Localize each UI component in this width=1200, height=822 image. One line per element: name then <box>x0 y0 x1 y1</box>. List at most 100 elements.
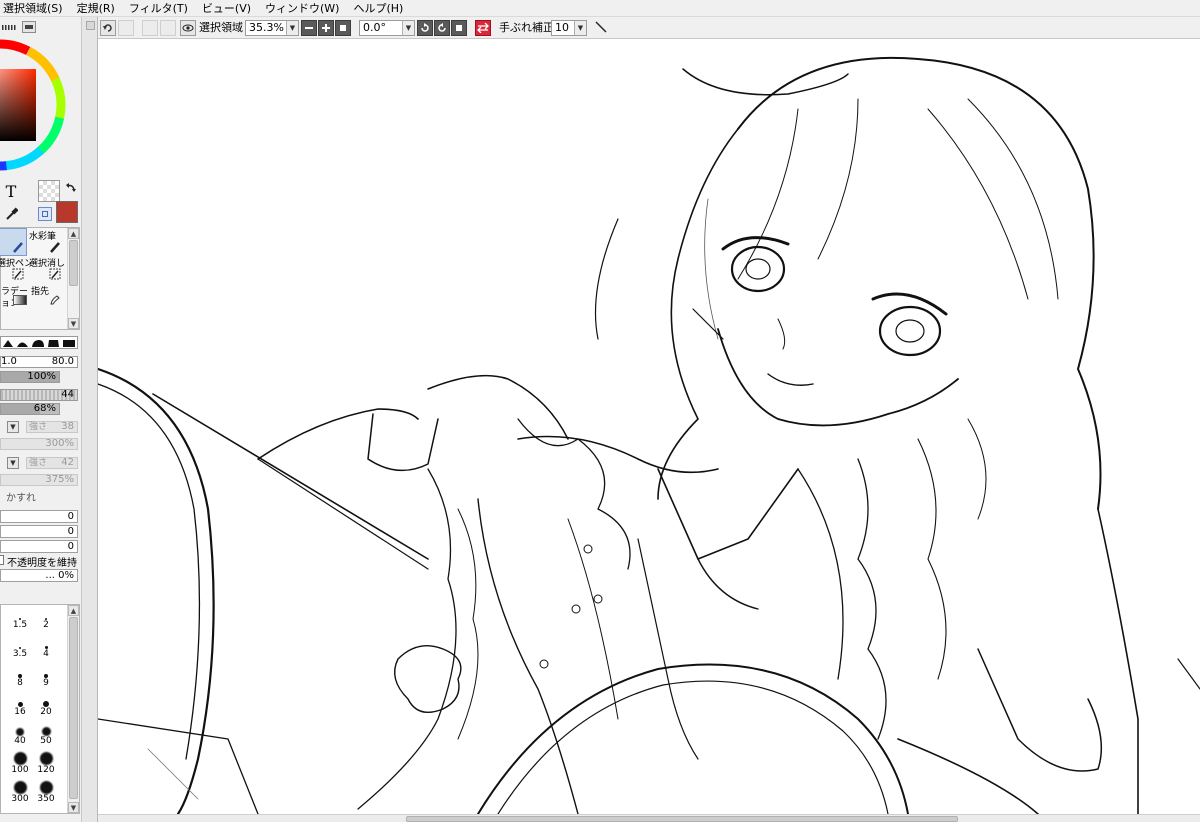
brush-size-cell[interactable]: 1.5 <box>7 607 33 631</box>
canvas-horizontal-scrollbar[interactable] <box>98 814 1200 822</box>
size-palette-scrollbar[interactable]: ▲ ▼ <box>67 605 79 813</box>
brush-size-label: 8 <box>17 678 23 688</box>
zoom-combo[interactable]: 35.3% ▼ <box>245 20 299 36</box>
zoom-dropdown-icon[interactable]: ▼ <box>286 21 298 35</box>
brush-size-dot <box>41 727 51 736</box>
num-field-2[interactable]: 0 <box>0 525 78 538</box>
brush-shape-row[interactable] <box>0 336 78 349</box>
brush-size-palette: 1.5 2 3.5 4 8 9 16 20 40 50 100 120 300 350 ▲ ▼ <box>0 604 80 814</box>
color-scratchpad-icon[interactable] <box>22 21 36 33</box>
swap-colors-icon[interactable] <box>64 181 78 195</box>
brush-size-cell[interactable]: 4 <box>33 636 59 660</box>
density-value: 100% <box>27 371 56 382</box>
brush-size-slider[interactable]: 1.0 80.0 <box>0 356 78 368</box>
invert-selection-button[interactable] <box>160 20 176 36</box>
brush-size-cell[interactable]: 120 <box>33 752 59 776</box>
brush-size-cell[interactable]: 350 <box>33 781 59 805</box>
brush-size-cell[interactable]: 8 <box>7 665 33 689</box>
num-field-1[interactable]: 0 <box>0 510 78 523</box>
eyedropper-icon[interactable] <box>2 205 20 223</box>
panel-divider[interactable] <box>82 17 98 822</box>
brush-size-label: 20 <box>40 707 52 717</box>
rotation-dropdown-icon[interactable]: ▼ <box>402 21 414 35</box>
menu-filter[interactable]: フィルタ(T) <box>125 0 198 16</box>
zoom-out-button[interactable] <box>301 20 317 36</box>
brush-size-dot <box>16 728 24 736</box>
transparent-color-swatch[interactable] <box>38 180 60 202</box>
bottom-value-field[interactable]: ... 0% <box>0 569 78 582</box>
rotate-cw-button[interactable] <box>434 20 450 36</box>
brush-size-dot <box>13 752 27 765</box>
param1-slider[interactable]: 44 <box>0 389 78 401</box>
canvas-toolbar: 選択領域 35.3% ▼ 0.0° ▼ 手ぶれ補正 10 ▼ <box>98 17 1200 39</box>
keep-opacity-checkbox[interactable] <box>0 555 4 565</box>
blend-dropdown[interactable]: ▼ <box>7 457 19 469</box>
texture-dropdown[interactable]: ▼ <box>7 421 19 433</box>
brush-size-cell[interactable]: 9 <box>33 665 59 689</box>
num-field-3[interactable]: 0 <box>0 540 78 553</box>
blend-scale-slider[interactable]: 375% <box>0 474 78 486</box>
brush-size-label: 2 <box>43 620 49 630</box>
zoom-value: 35.3% <box>249 21 284 34</box>
zoom-in-button[interactable] <box>318 20 334 36</box>
menu-window[interactable]: ウィンドウ(W) <box>261 0 349 16</box>
zoom-reset-button[interactable] <box>335 20 351 36</box>
drawing-canvas[interactable] <box>98 39 1200 814</box>
brush-size-cell[interactable]: 20 <box>33 694 59 718</box>
density-slider[interactable]: 100% <box>0 371 60 383</box>
brush-size-cell[interactable]: 300 <box>7 781 33 805</box>
undo-button[interactable] <box>100 20 116 36</box>
brush-size-dot <box>39 781 53 794</box>
brush-size-cell[interactable]: 100 <box>7 752 33 776</box>
brush-size-cell[interactable]: 16 <box>7 694 33 718</box>
deselect-button[interactable] <box>142 20 158 36</box>
menu-bar: 選択領域(S) 定規(R) フィルタ(T) ビュー(V) ウィンドウ(W) ヘル… <box>0 0 1200 17</box>
brush-list-scrollbar[interactable]: ▲ ▼ <box>67 228 79 329</box>
selection-eraser-icon <box>48 267 62 281</box>
brush-size-dot <box>13 781 27 794</box>
param1-value: 44 <box>61 389 74 400</box>
brush-size-cell[interactable]: 50 <box>33 723 59 747</box>
brush-size-label: 40 <box>14 736 26 746</box>
flip-horizontal-icon[interactable] <box>475 20 491 36</box>
blend-label: 強さ <box>29 458 48 468</box>
stabilizer-combo[interactable]: 10 ▼ <box>551 20 587 36</box>
panel-collapse-button[interactable] <box>86 21 95 30</box>
selection-swatch[interactable] <box>38 207 52 221</box>
redo-button[interactable] <box>118 20 134 36</box>
brush-size-label: 1.5 <box>12 620 28 630</box>
main-color-swatch[interactable] <box>56 201 78 223</box>
stabilizer-dropdown-icon[interactable]: ▼ <box>574 21 586 35</box>
finger-icon <box>48 292 62 306</box>
rotation-combo[interactable]: 0.0° ▼ <box>359 20 415 36</box>
brush-size-value: 80.0 <box>51 356 74 367</box>
color-slider-mode-icon[interactable] <box>2 22 18 32</box>
selection-label: 選択領域 <box>199 21 243 34</box>
brush-size-cell[interactable]: 3.5 <box>7 636 33 660</box>
menu-selection[interactable]: 選択領域(S) <box>0 0 73 16</box>
brush-size-cell[interactable]: 2 <box>33 607 59 631</box>
blur-label[interactable]: 指先 <box>31 284 49 297</box>
blend-scale-value: 375% <box>45 474 74 485</box>
stabilizer-label: 手ぶれ補正 <box>499 21 554 34</box>
rotation-reset-button[interactable] <box>451 20 467 36</box>
blur-checkbox-label[interactable]: かすれ <box>6 489 36 504</box>
selection-pen-icon <box>11 267 25 281</box>
pen-icon <box>11 240 25 254</box>
menu-ruler[interactable]: 定規(R) <box>73 0 125 16</box>
brush-tool-list: 水彩筆 選択ペン 選択消し ラデー ョン 指先 ▲ ▼ <box>0 227 80 330</box>
blend-value: 42 <box>61 457 74 468</box>
blend-strength-slider[interactable]: 強さ 42 <box>26 457 78 469</box>
eye-icon[interactable] <box>180 20 196 36</box>
canvas-scroll-thumb[interactable] <box>406 816 958 822</box>
color-wheel[interactable] <box>0 39 66 171</box>
text-tool-icon[interactable]: T <box>2 182 20 201</box>
texture-strength-slider[interactable]: 強さ 38 <box>26 421 78 433</box>
rotate-ccw-button[interactable] <box>417 20 433 36</box>
param2-slider[interactable]: 68% <box>0 403 60 415</box>
texture-scale-slider[interactable]: 300% <box>0 438 78 450</box>
menu-help[interactable]: ヘルプ(H) <box>349 0 413 16</box>
menu-view[interactable]: ビュー(V) <box>198 0 261 16</box>
pen-pressure-line-icon[interactable] <box>594 20 610 36</box>
brush-size-cell[interactable]: 40 <box>7 723 33 747</box>
